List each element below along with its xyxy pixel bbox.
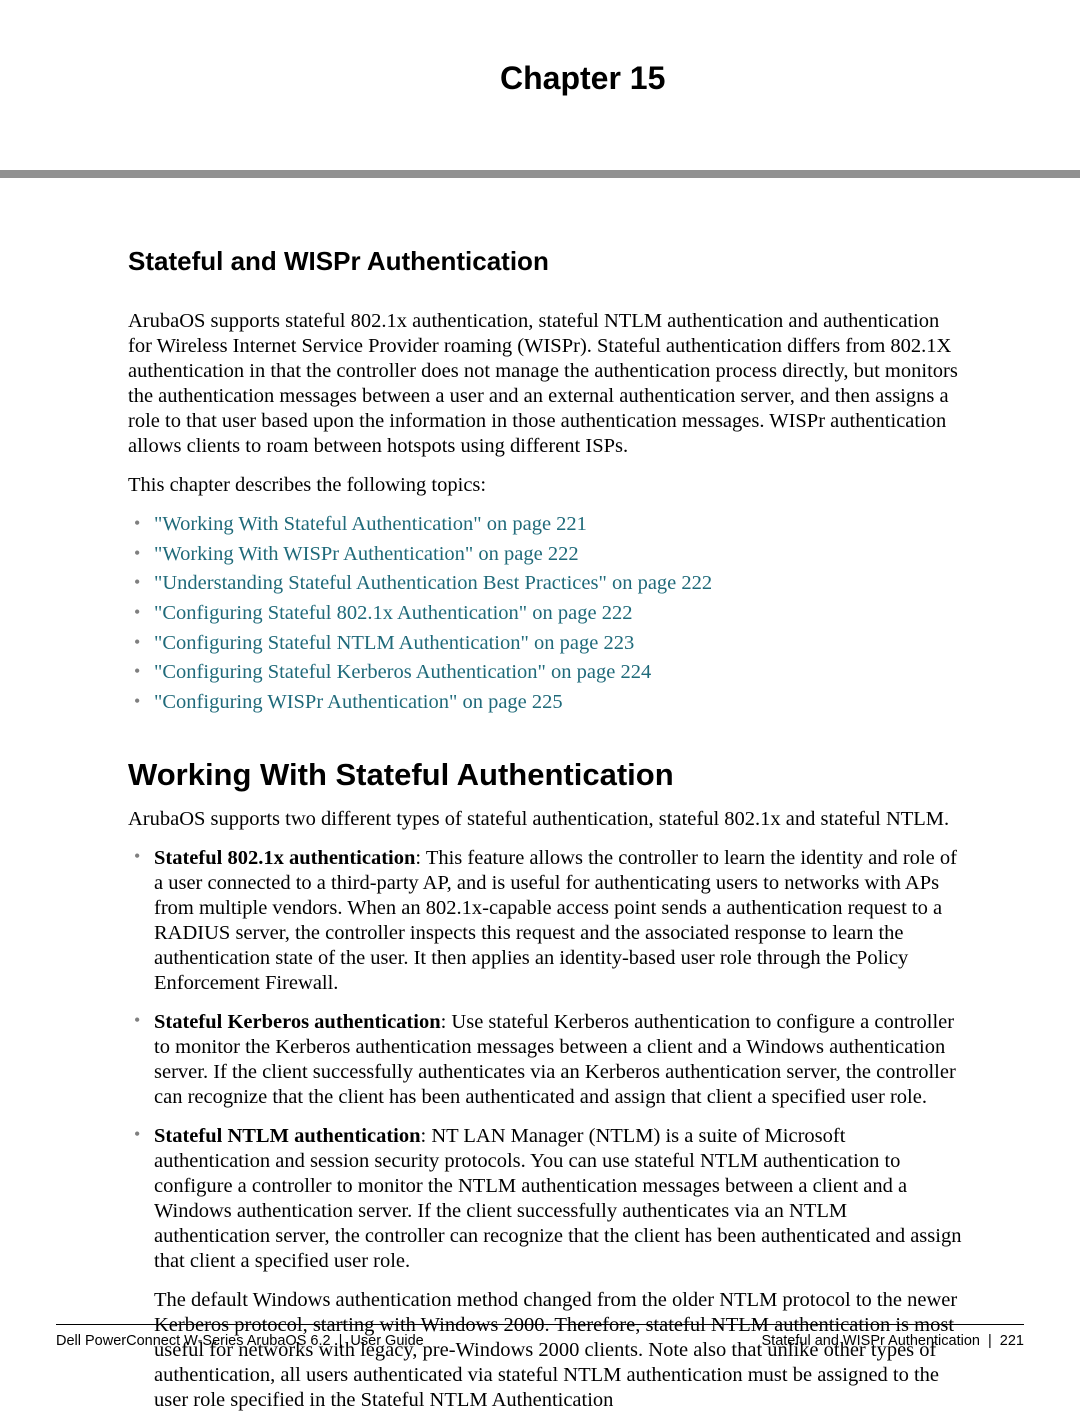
- section-intro: ArubaOS supports two different types of …: [128, 807, 963, 832]
- toc-item: "Configuring Stateful 802.1x Authenticat…: [128, 601, 963, 627]
- definition-body: : NT LAN Manager (NTLM) is a suite of Mi…: [154, 1125, 961, 1272]
- definition-term: Stateful 802.1x authentication: [154, 847, 415, 869]
- toc-link[interactable]: "Configuring Stateful Kerberos Authentic…: [154, 661, 651, 683]
- footer: Dell PowerConnect W-Series ArubaOS 6.2 |…: [56, 1324, 1024, 1349]
- toc-link[interactable]: "Working With Stateful Authentication" o…: [154, 513, 587, 535]
- definition-extra: The default Windows authentication metho…: [154, 1288, 963, 1413]
- footer-sep: |: [339, 1333, 343, 1349]
- section-heading: Working With Stateful Authentication: [128, 757, 963, 793]
- content-area: Stateful and WISPr Authentication ArubaO…: [128, 246, 963, 1427]
- footer-right: Stateful and WISPr Authentication | 221: [762, 1333, 1024, 1349]
- header-rule: [0, 170, 1080, 178]
- toc-link[interactable]: "Configuring Stateful NTLM Authenticatio…: [154, 632, 634, 654]
- footer-rule: [56, 1324, 1024, 1325]
- topics-lead: This chapter describes the following top…: [128, 473, 963, 498]
- toc-link[interactable]: "Configuring WISPr Authentication" on pa…: [154, 691, 563, 713]
- page-title: Stateful and WISPr Authentication: [128, 246, 963, 277]
- chapter-label: Chapter 15: [500, 60, 1080, 97]
- footer-page: 221: [1000, 1333, 1024, 1349]
- page: Chapter 15 Stateful and WISPr Authentica…: [0, 0, 1080, 1397]
- footer-left: Dell PowerConnect W-Series ArubaOS 6.2 |…: [56, 1333, 424, 1349]
- toc-link[interactable]: "Understanding Stateful Authentication B…: [154, 572, 712, 594]
- toc-item: "Understanding Stateful Authentication B…: [128, 571, 963, 597]
- toc-link[interactable]: "Configuring Stateful 802.1x Authenticat…: [154, 602, 633, 624]
- definition-body: : This feature allows the controller to …: [154, 847, 957, 994]
- toc-list: "Working With Stateful Authentication" o…: [128, 512, 963, 715]
- definition-item: Stateful 802.1x authentication: This fea…: [128, 846, 963, 996]
- footer-product: Dell PowerConnect W-Series ArubaOS 6.2: [56, 1333, 331, 1349]
- toc-item: "Working With Stateful Authentication" o…: [128, 512, 963, 538]
- toc-item: "Working With WISPr Authentication" on p…: [128, 542, 963, 568]
- definition-term: Stateful Kerberos authentication: [154, 1011, 441, 1033]
- footer-doc: User Guide: [350, 1333, 423, 1349]
- footer-section: Stateful and WISPr Authentication: [762, 1333, 980, 1349]
- toc-link[interactable]: "Working With WISPr Authentication" on p…: [154, 543, 579, 565]
- toc-item: "Configuring Stateful NTLM Authenticatio…: [128, 631, 963, 657]
- definition-item: Stateful Kerberos authentication: Use st…: [128, 1010, 963, 1110]
- footer-sep: |: [988, 1333, 992, 1349]
- toc-item: "Configuring WISPr Authentication" on pa…: [128, 690, 963, 716]
- toc-item: "Configuring Stateful Kerberos Authentic…: [128, 660, 963, 686]
- definition-term: Stateful NTLM authentication: [154, 1125, 421, 1147]
- footer-row: Dell PowerConnect W-Series ArubaOS 6.2 |…: [56, 1333, 1024, 1349]
- intro-paragraph: ArubaOS supports stateful 802.1x authent…: [128, 309, 963, 459]
- definition-item: Stateful NTLM authentication: NT LAN Man…: [128, 1124, 963, 1413]
